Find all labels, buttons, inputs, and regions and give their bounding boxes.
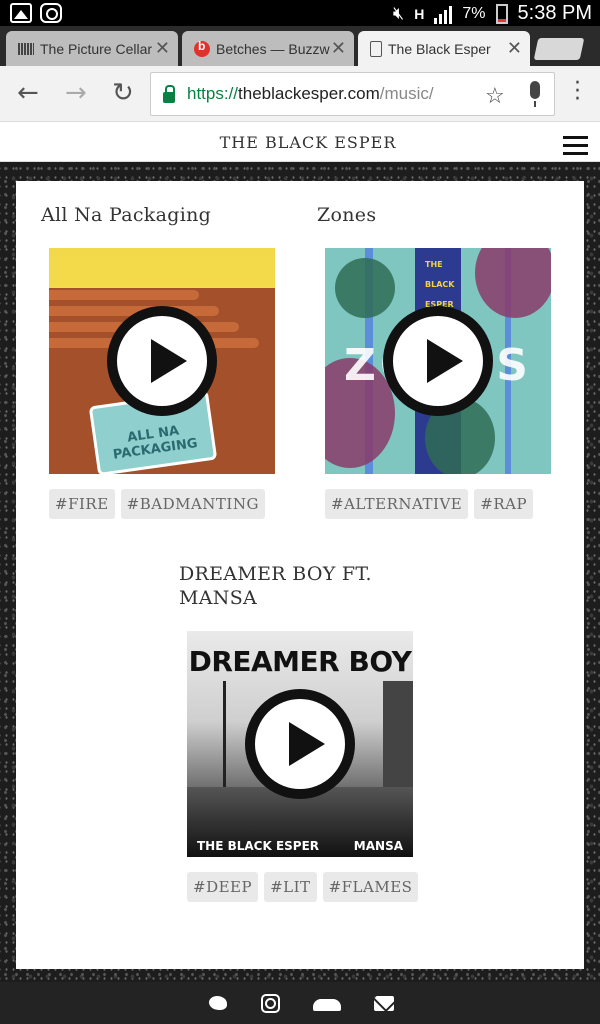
url-path: /music/ xyxy=(379,84,434,103)
signal-icon xyxy=(434,4,453,24)
album-card: DREAMER BOY FT. MANSA xyxy=(179,562,419,610)
hamburger-menu-icon[interactable] xyxy=(563,136,588,156)
album-cover-dreamer-boy[interactable]: DREAMER BOY THE BLACK ESPER MANSA xyxy=(187,631,413,857)
tag[interactable]: #FIRE xyxy=(49,489,115,519)
tag[interactable]: #LIT xyxy=(264,872,317,902)
reload-icon[interactable]: ↻ xyxy=(112,78,134,108)
document-icon xyxy=(370,40,382,57)
cover-small-text: THE xyxy=(425,260,443,269)
tag[interactable]: #ALTERNATIVE xyxy=(325,489,469,519)
album-cover-zones[interactable]: THE BLACK ESPER ZONES xyxy=(325,248,551,474)
tag-list: #ALTERNATIVE #RAP xyxy=(325,489,534,519)
gallery-icon xyxy=(10,3,32,23)
album-card: Zones xyxy=(317,203,557,227)
tag[interactable]: #RAP xyxy=(474,489,534,519)
play-button-icon[interactable] xyxy=(383,306,493,416)
album-title[interactable]: DREAMER BOY FT. xyxy=(179,562,419,586)
url-scheme: https:// xyxy=(187,84,239,103)
close-icon[interactable]: ✕ xyxy=(155,38,170,59)
battery-percent: 7% xyxy=(462,4,486,22)
tab-label: The Black Esper xyxy=(388,40,491,57)
album-title-line2[interactable]: MANSA xyxy=(179,586,419,610)
lock-icon xyxy=(163,84,175,103)
tag[interactable]: #FLAMES xyxy=(322,872,419,902)
cover-title: DREAMER BOY xyxy=(188,645,412,678)
album-cover-all-na-packaging[interactable]: ALL NA PACKAGING xyxy=(49,248,275,474)
social-footer xyxy=(0,982,600,1024)
close-icon[interactable]: ✕ xyxy=(507,38,522,59)
album-card: All Na Packaging xyxy=(41,203,281,227)
status-bar: 🔇︎ H 7% 5:38 PM xyxy=(0,0,600,26)
album-title[interactable]: All Na Packaging xyxy=(41,203,281,227)
tab-label: Betches — Buzzw xyxy=(216,40,330,57)
instagram-icon xyxy=(40,3,62,23)
cover-artist: THE BLACK ESPER xyxy=(197,839,320,853)
new-tab-button[interactable] xyxy=(533,38,585,60)
site-header: THE BLACK ESPER xyxy=(0,122,600,162)
mail-icon[interactable] xyxy=(373,995,394,1011)
site-title[interactable]: THE BLACK ESPER xyxy=(0,133,600,152)
tab-black-esper[interactable]: The Black Esper ✕ xyxy=(358,31,530,66)
battery-icon xyxy=(495,3,508,24)
address-toolbar: ← → ↻ https:// theblackesper.com /music/… xyxy=(0,66,600,122)
music-grid: All Na Packaging ALL NA PACKAGING #FIRE … xyxy=(16,181,584,969)
twitter-icon[interactable] xyxy=(207,994,229,1012)
play-button-icon[interactable] xyxy=(107,306,217,416)
tag-list: #DEEP #LIT #FLAMES xyxy=(187,872,419,902)
tab-label: The Picture Cellar xyxy=(40,40,153,57)
url-host: theblackesper.com xyxy=(238,84,380,103)
back-arrow-icon[interactable]: ← xyxy=(17,78,39,108)
forward-arrow-icon[interactable]: → xyxy=(65,78,87,108)
tag-list: #FIRE #BADMANTING xyxy=(49,489,265,519)
more-options-icon[interactable]: · · · xyxy=(574,73,581,111)
cover-feature: MANSA xyxy=(353,839,403,853)
clock: 5:38 PM xyxy=(517,2,592,24)
network-type: H xyxy=(414,5,425,22)
tag[interactable]: #DEEP xyxy=(187,872,259,902)
soundcloud-icon[interactable] xyxy=(312,994,342,1012)
close-icon[interactable]: ✕ xyxy=(331,38,346,59)
microphone-icon[interactable] xyxy=(530,81,540,107)
barcode-icon xyxy=(18,42,34,55)
album-title[interactable]: Zones xyxy=(317,203,557,227)
play-button-icon[interactable] xyxy=(245,689,355,799)
tab-bar: The Picture Cellar ✕ Betches — Buzzw ✕ T… xyxy=(0,26,600,66)
mute-icon: 🔇︎ xyxy=(392,3,405,23)
instagram-icon[interactable] xyxy=(260,993,280,1013)
bookmark-star-icon[interactable]: ☆ xyxy=(485,84,505,109)
buzzfeed-icon xyxy=(194,39,210,57)
tag[interactable]: #BADMANTING xyxy=(120,489,265,519)
tab-picture-cellar[interactable]: The Picture Cellar ✕ xyxy=(6,31,178,66)
cover-small-text: BLACK xyxy=(425,280,455,289)
tab-betches[interactable]: Betches — Buzzw ✕ xyxy=(182,31,354,66)
